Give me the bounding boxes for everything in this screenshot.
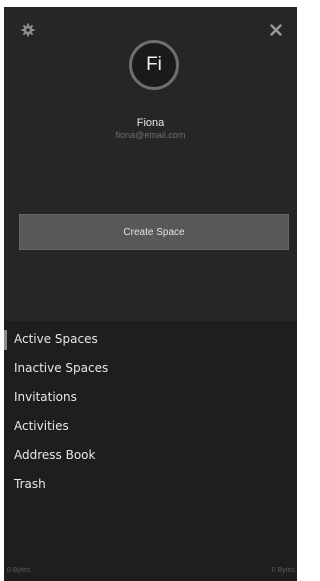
nav-item-address-book[interactable]: Address Book [4,441,297,470]
nav-item-inactive-spaces[interactable]: Inactive Spaces [4,354,297,383]
nav-item-invitations[interactable]: Invitations [4,383,297,412]
storage-used-right: 0 Bytes [271,567,295,574]
app-panel: Fi Fiona fiona@email.com Create Space Ac… [4,7,297,581]
storage-used-left: 0 Bytes [7,567,31,574]
gear-icon[interactable] [20,22,36,38]
user-name: Fiona [136,117,165,129]
spaces-nav: Active Spaces Inactive Spaces Invitation… [4,325,297,499]
profile-header: Fi Fiona fiona@email.com Create Space [4,7,297,321]
avatar[interactable]: Fi [129,40,179,90]
close-icon[interactable] [268,22,284,38]
nav-item-active-spaces[interactable]: Active Spaces [4,325,297,354]
user-email: fiona@email.com [115,130,186,140]
nav-item-activities[interactable]: Activities [4,412,297,441]
create-space-button[interactable]: Create Space [19,214,289,250]
nav-item-trash[interactable]: Trash [4,470,297,499]
